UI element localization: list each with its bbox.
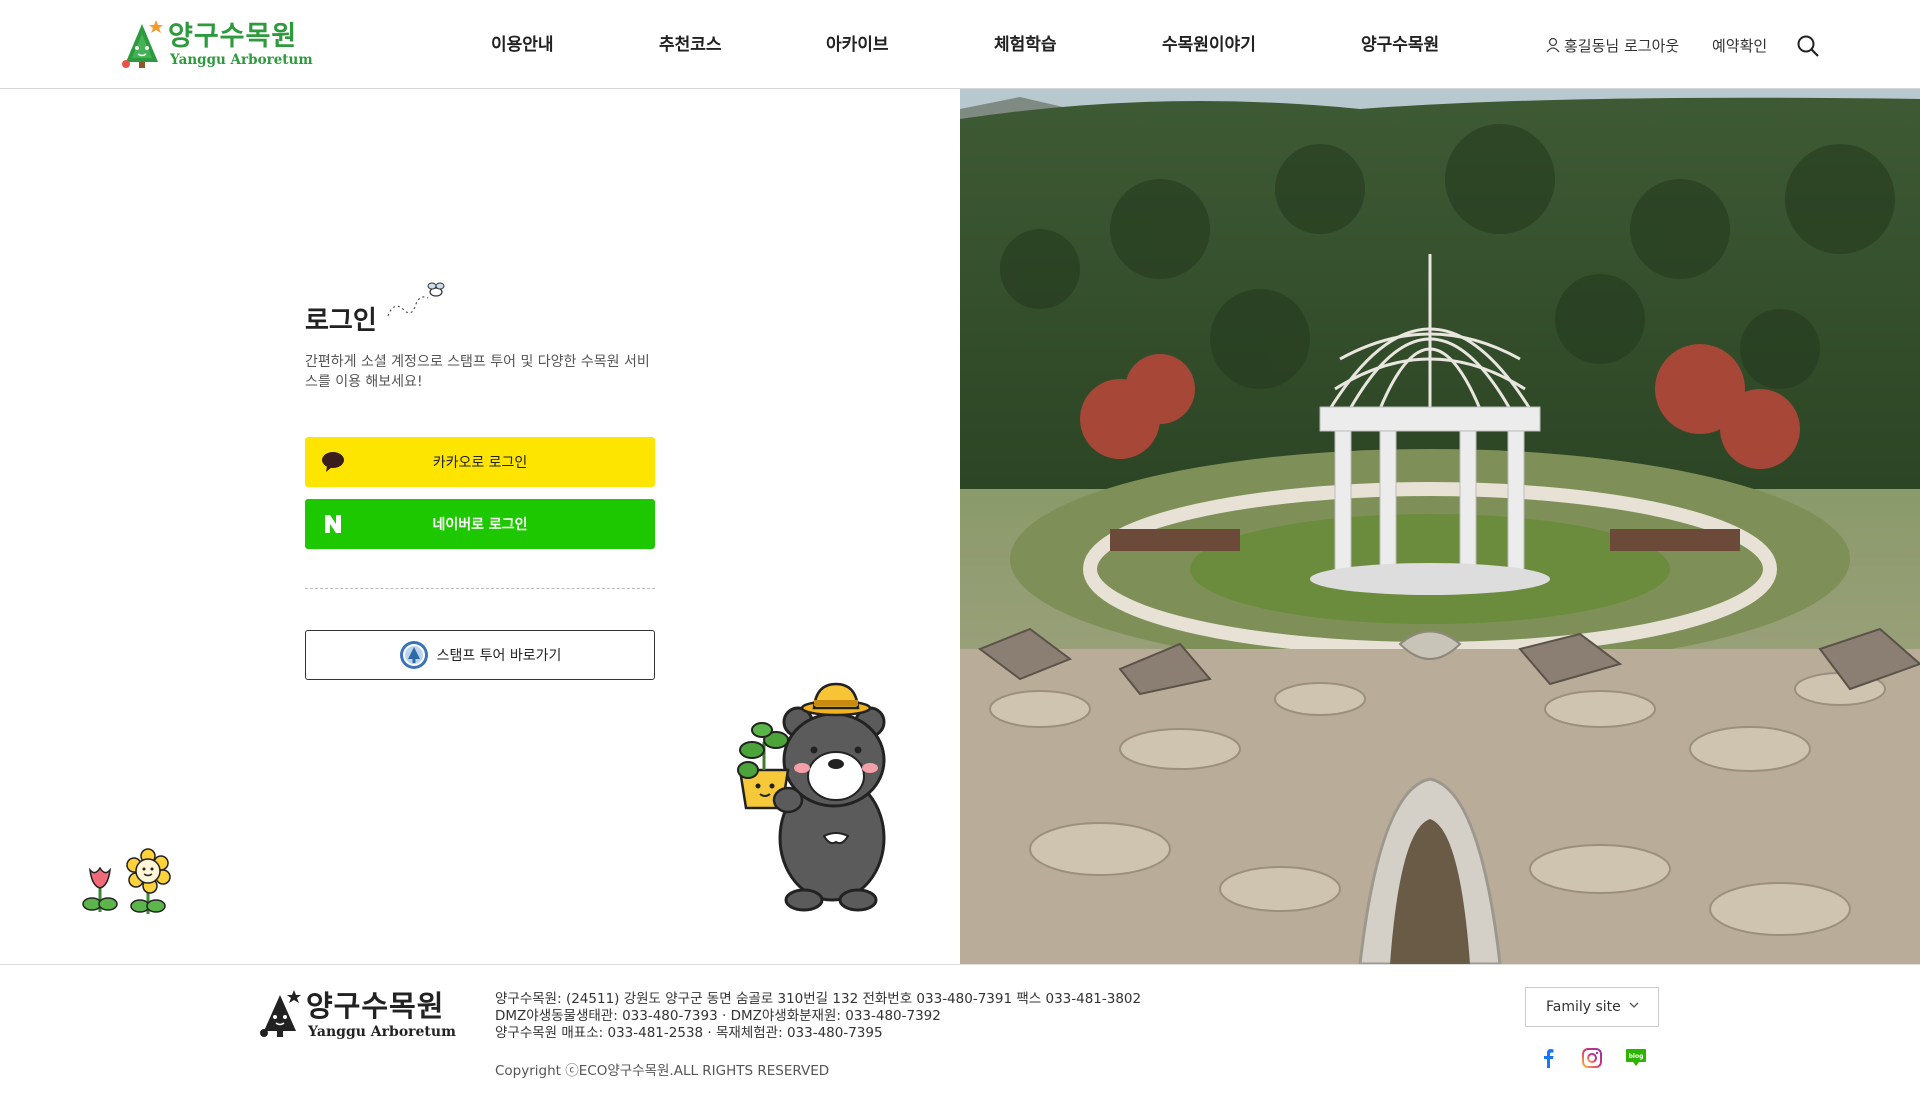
footer-contact-info: 양구수목원: (24511) 강원도 양구군 동면 숨골로 310번길 132 … (495, 991, 1141, 1042)
family-site-label: Family site (1546, 999, 1621, 1015)
user-icon (1546, 37, 1560, 53)
naver-n-icon (325, 515, 341, 533)
nav-item-learning[interactable]: 체험학습 (994, 30, 1057, 55)
bee-decoration-icon (387, 282, 445, 317)
user-name-link[interactable]: 홍길동 (1564, 37, 1605, 55)
site-logo[interactable]: 양구수목원 Yanggu Arboretum (120, 18, 320, 72)
kakao-login-button[interactable]: 카카오로 로그인 (305, 437, 655, 487)
gazebo-landscape-image (960, 89, 1920, 964)
nav-item-archive[interactable]: 아카이브 (826, 30, 889, 55)
arboretum-photo (960, 89, 1920, 964)
stamp-tour-button[interactable]: 스탬프 투어 바로가기 (305, 630, 655, 680)
family-site-select[interactable]: Family site (1525, 987, 1659, 1027)
user-suffix: 님 (1605, 37, 1620, 55)
site-footer: 양구수목원 Yanggu Arboretum 양구수목원: (24511) 강원… (0, 964, 1920, 1120)
bear-mascot-illustration-icon (737, 682, 886, 912)
footer-logo[interactable]: 양구수목원 Yanggu Arboretum (258, 989, 456, 1041)
nav-item-about[interactable]: 양구수목원 (1361, 30, 1439, 55)
nav-item-courses[interactable]: 추천코스 (659, 30, 722, 55)
login-title: 로그인 (305, 306, 377, 336)
login-description: 간편하게 소셜 계정으로 스탬프 투어 및 다양한 수목원 서비스를 이용 해보… (305, 354, 650, 390)
flowers-illustration-icon (82, 848, 171, 914)
nav-item-story[interactable]: 수목원이야기 (1162, 30, 1256, 55)
search-icon[interactable] (1796, 34, 1820, 58)
stamp-badge-icon (399, 641, 428, 669)
instagram-icon[interactable] (1580, 1046, 1604, 1070)
naver-login-label: 네이버로 로그인 (432, 517, 528, 533)
footer-logo-korean: 양구수목원 (306, 988, 445, 1023)
stamp-tour-label: 스탬프 투어 바로가기 (436, 648, 562, 664)
logo-korean: 양구수목원 (168, 20, 298, 52)
footer-info-line: 양구수목원 매표소: 033-481-2538 · 목재체험관: 033-480… (495, 1025, 883, 1041)
logout-link[interactable]: 로그아웃 (1624, 37, 1679, 55)
reservation-link[interactable]: 예약확인 (1712, 35, 1767, 56)
blog-icon[interactable]: blog (1624, 1046, 1648, 1070)
site-header: 양구수목원 Yanggu Arboretum 이용안내 추천코스 아카이브 체험… (0, 0, 1920, 89)
kakao-login-label: 카카오로 로그인 (432, 455, 528, 471)
svg-text:blog: blog (1629, 1053, 1644, 1060)
kakao-chat-icon (322, 452, 344, 472)
footer-logo-english: Yanggu Arboretum (308, 1023, 456, 1040)
footer-tree-logo-icon (260, 990, 301, 1037)
user-menu: 홍길동님 로그아웃 (1546, 35, 1679, 56)
nav-item-guide[interactable]: 이용안내 (491, 30, 554, 55)
facebook-icon[interactable] (1536, 1046, 1560, 1070)
footer-info-line: 양구수목원: (24511) 강원도 양구군 동면 숨골로 310번길 132 … (495, 991, 1142, 1007)
footer-info-line: DMZ야생동물생태관: 033-480-7393 · DMZ야생화분재원: 03… (495, 1008, 941, 1024)
naver-login-button[interactable]: 네이버로 로그인 (305, 499, 655, 549)
chevron-down-icon (1629, 1002, 1639, 1008)
login-divider (305, 588, 655, 589)
copyright: Copyright ⓒECO양구수목원.ALL RIGHTS RESERVED (495, 1063, 830, 1079)
logo-english: Yanggu Arboretum (170, 51, 313, 68)
tree-logo-icon (122, 20, 163, 68)
